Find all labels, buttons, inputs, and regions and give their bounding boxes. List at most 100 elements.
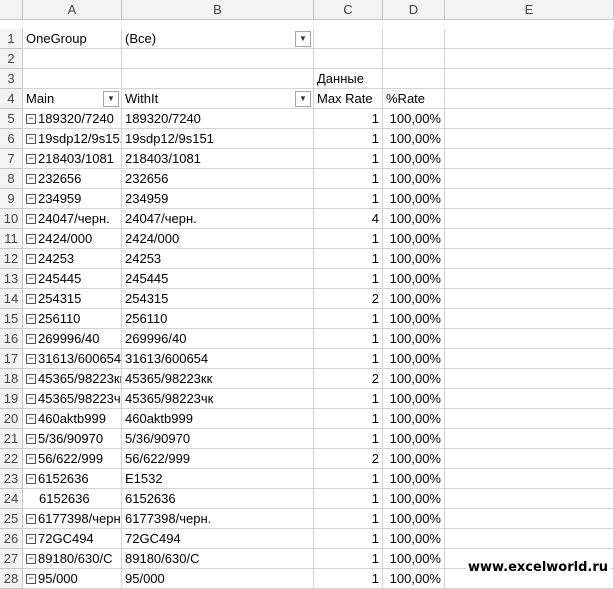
withit-cell[interactable]: 6177398/черн. (122, 509, 314, 529)
withit-cell[interactable]: 31613/600654 (122, 349, 314, 369)
cell[interactable] (445, 129, 614, 149)
withit-cell[interactable]: 232656 (122, 169, 314, 189)
collapse-toggle-icon[interactable]: − (26, 113, 36, 124)
withit-cell[interactable]: 269996/40 (122, 329, 314, 349)
main-cell[interactable]: −56/622/999 (23, 449, 122, 469)
row-header[interactable]: 19 (0, 389, 23, 409)
collapse-toggle-icon[interactable]: − (26, 293, 36, 304)
row-header[interactable]: 26 (0, 529, 23, 549)
row-header[interactable]: 25 (0, 509, 23, 529)
collapse-toggle-icon[interactable]: − (26, 533, 36, 544)
collapse-toggle-icon[interactable]: − (26, 393, 36, 404)
row-header[interactable]: 2 (0, 49, 23, 69)
column-header-e[interactable]: E (445, 0, 614, 20)
withit-cell[interactable]: 218403/1081 (122, 149, 314, 169)
main-cell[interactable]: −269996/40 (23, 329, 122, 349)
main-cell[interactable]: −234959 (23, 189, 122, 209)
main-cell[interactable]: −24253 (23, 249, 122, 269)
maxrate-cell[interactable]: 1 (314, 229, 383, 249)
cell[interactable] (445, 169, 614, 189)
cell[interactable] (445, 409, 614, 429)
maxrate-cell[interactable]: 1 (314, 349, 383, 369)
pctrate-cell[interactable]: 100,00% (383, 409, 445, 429)
main-cell[interactable]: −5/36/90970 (23, 429, 122, 449)
collapse-toggle-icon[interactable]: − (26, 213, 36, 224)
maxrate-cell[interactable]: 1 (314, 189, 383, 209)
maxrate-cell[interactable]: 1 (314, 109, 383, 129)
withit-cell[interactable]: 460aktb999 (122, 409, 314, 429)
pctrate-cell[interactable]: 100,00% (383, 469, 445, 489)
pctrate-cell[interactable]: 100,00% (383, 449, 445, 469)
cell[interactable] (445, 469, 614, 489)
pctrate-cell[interactable]: 100,00% (383, 229, 445, 249)
maxrate-cell[interactable]: 1 (314, 169, 383, 189)
pctrate-cell[interactable]: 100,00% (383, 149, 445, 169)
pctrate-header[interactable]: %Rate (383, 89, 445, 109)
cell[interactable] (445, 329, 614, 349)
maxrate-header[interactable]: Max Rate (314, 89, 383, 109)
cell[interactable] (383, 69, 445, 89)
main-cell[interactable]: −245445 (23, 269, 122, 289)
maxrate-cell[interactable]: 1 (314, 329, 383, 349)
collapse-toggle-icon[interactable]: − (26, 413, 36, 424)
pctrate-cell[interactable]: 100,00% (383, 269, 445, 289)
collapse-toggle-icon[interactable]: − (26, 553, 36, 564)
maxrate-cell[interactable]: 4 (314, 209, 383, 229)
pctrate-cell[interactable]: 100,00% (383, 109, 445, 129)
pctrate-cell[interactable]: 100,00% (383, 569, 445, 589)
main-field-header[interactable]: Main ▼ (23, 89, 122, 109)
withit-cell[interactable]: 234959 (122, 189, 314, 209)
column-header-a[interactable]: A (23, 0, 122, 20)
withit-field-header[interactable]: WithIt ▼ (122, 89, 314, 109)
pctrate-cell[interactable]: 100,00% (383, 429, 445, 449)
collapse-toggle-icon[interactable]: − (26, 433, 36, 444)
row-header[interactable]: 10 (0, 209, 23, 229)
maxrate-cell[interactable]: 1 (314, 469, 383, 489)
cell[interactable] (445, 389, 614, 409)
maxrate-cell[interactable]: 2 (314, 449, 383, 469)
row-header[interactable]: 21 (0, 429, 23, 449)
maxrate-cell[interactable]: 1 (314, 549, 383, 569)
maxrate-cell[interactable]: 1 (314, 509, 383, 529)
maxrate-cell[interactable]: 1 (314, 409, 383, 429)
main-filter-button[interactable]: ▼ (103, 91, 119, 107)
cell[interactable] (445, 229, 614, 249)
row-header[interactable]: 18 (0, 369, 23, 389)
withit-cell[interactable]: E1532 (122, 469, 314, 489)
pctrate-cell[interactable]: 100,00% (383, 309, 445, 329)
cell[interactable] (122, 49, 314, 69)
cell[interactable] (445, 29, 614, 49)
select-all-corner[interactable] (0, 0, 23, 20)
pctrate-cell[interactable]: 100,00% (383, 349, 445, 369)
pctrate-cell[interactable]: 100,00% (383, 289, 445, 309)
main-cell[interactable]: −24047/черн. (23, 209, 122, 229)
cell[interactable] (445, 349, 614, 369)
data-header-cell[interactable]: Данные (314, 69, 383, 89)
collapse-toggle-icon[interactable]: − (26, 233, 36, 244)
withit-cell[interactable]: 24253 (122, 249, 314, 269)
maxrate-cell[interactable]: 2 (314, 369, 383, 389)
pctrate-cell[interactable]: 100,00% (383, 329, 445, 349)
row-header[interactable]: 20 (0, 409, 23, 429)
main-cell[interactable]: −6177398/черн. (23, 509, 122, 529)
cell[interactable] (445, 189, 614, 209)
cell[interactable] (445, 109, 614, 129)
row-header[interactable]: 4 (0, 89, 23, 109)
cell[interactable] (445, 309, 614, 329)
maxrate-cell[interactable]: 1 (314, 569, 383, 589)
cell[interactable] (445, 49, 614, 69)
collapse-toggle-icon[interactable]: − (26, 173, 36, 184)
row-header[interactable]: 12 (0, 249, 23, 269)
cell[interactable] (445, 149, 614, 169)
collapse-toggle-icon[interactable]: − (26, 313, 36, 324)
pctrate-cell[interactable]: 100,00% (383, 489, 445, 509)
column-header-d[interactable]: D (383, 0, 445, 20)
collapse-toggle-icon[interactable]: − (26, 373, 36, 384)
withit-cell[interactable]: 24047/черн. (122, 209, 314, 229)
row-header[interactable]: 24 (0, 489, 23, 509)
collapse-toggle-icon[interactable]: − (26, 353, 36, 364)
cell[interactable] (445, 429, 614, 449)
pctrate-cell[interactable]: 100,00% (383, 169, 445, 189)
maxrate-cell[interactable]: 1 (314, 529, 383, 549)
column-header-b[interactable]: B (122, 0, 314, 20)
